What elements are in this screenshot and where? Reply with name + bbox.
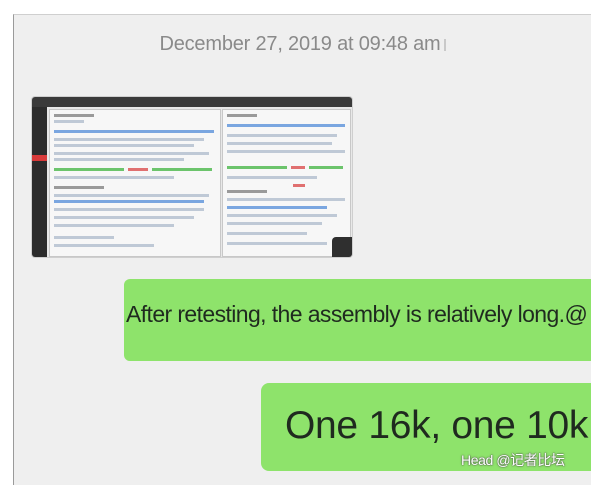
thumb-pane-left bbox=[49, 109, 221, 257]
message-timestamp: December 27, 2019 at 09:48 am bbox=[14, 33, 591, 56]
image-attachment[interactable] bbox=[32, 97, 352, 257]
cursor-mark bbox=[443, 38, 446, 51]
message-text: One 16k, one 10k bbox=[285, 404, 589, 447]
message-text: After retesting, the assembly is relativ… bbox=[126, 301, 588, 327]
timestamp-text: December 27, 2019 at 09:48 am bbox=[159, 33, 441, 55]
thumb-pane-right bbox=[222, 109, 351, 257]
thumb-browser-bar bbox=[32, 97, 352, 107]
top-strip bbox=[0, 0, 591, 14]
chat-area: December 27, 2019 at 09:48 am After rete… bbox=[13, 14, 591, 485]
watermark-text: Head @记者比坛 bbox=[461, 452, 565, 468]
message-bubble-sent[interactable]: After retesting, the assembly is relativ… bbox=[124, 279, 591, 361]
thumb-corner-dark bbox=[332, 237, 352, 257]
thumb-sidebar bbox=[32, 107, 47, 257]
thumb-sidebar-highlight bbox=[32, 155, 47, 161]
